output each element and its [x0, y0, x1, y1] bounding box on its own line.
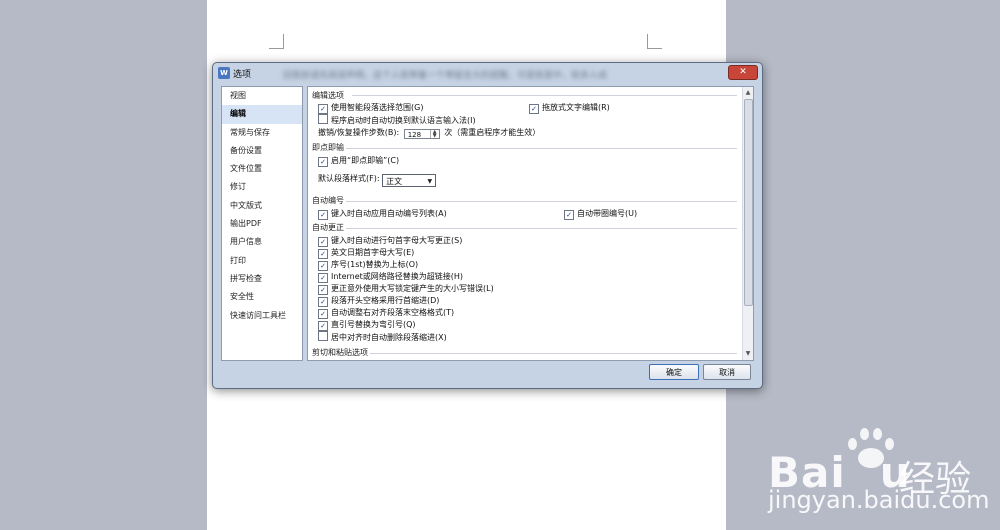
auto-correct-item[interactable]: ✓ 序号(1st)替换为上标(O): [318, 259, 418, 271]
spinner-arrows-icon[interactable]: ▲ ▼: [429, 130, 439, 139]
page-corner-mark-left: [269, 34, 284, 49]
auto-list-checkbox[interactable]: ✓: [318, 210, 328, 220]
drag-edit-option[interactable]: ✓ 拖放式文字编辑(R): [529, 102, 610, 114]
auto-correct-checkbox[interactable]: ✓: [318, 297, 328, 307]
auto-correct-checkbox[interactable]: ✓: [318, 237, 328, 247]
auto-correct-checkbox[interactable]: ✓: [318, 261, 328, 271]
section-divider: [346, 201, 737, 202]
auto-correct-checkbox[interactable]: ✓: [318, 273, 328, 283]
circle-number-checkbox[interactable]: ✓: [564, 210, 574, 220]
smart-select-option[interactable]: ✓ 使用智能段落选择范围(G): [318, 102, 423, 114]
click-type-enable-option[interactable]: ✓ 启用“即点即输”(C): [318, 155, 399, 167]
blurred-caption: 回答前请先阅读声明，这个人就带着一个带留言大的提醒，可是就是中，就多人成: [283, 71, 608, 81]
auto-correct-checkbox[interactable]: [318, 331, 328, 341]
nav-item-revision[interactable]: 修订: [222, 178, 302, 196]
scroll-up-icon[interactable]: ▲: [743, 88, 753, 98]
section-divider: [352, 95, 737, 96]
click-type-checkbox[interactable]: ✓: [318, 157, 328, 167]
scroll-thumb[interactable]: [744, 99, 753, 306]
section-title-edit-options: 编辑选项: [312, 91, 344, 100]
baidu-jingyan-watermark: Bai u 经验 jingyan.baidu.com: [768, 424, 998, 530]
default-style-select[interactable]: 正文 ▼: [382, 174, 437, 187]
dialog-titlebar[interactable]: W 选项 回答前请先阅读声明，这个人就带着一个带留言大的提醒，可是就是中，就多人…: [213, 63, 762, 83]
default-style-row: 默认段落样式(F): 正文 ▼: [318, 173, 437, 187]
section-title-click-type: 即点即输: [312, 143, 344, 152]
nav-item-security[interactable]: 安全性: [222, 288, 302, 306]
drag-edit-checkbox[interactable]: ✓: [529, 104, 539, 114]
nav-item-edit[interactable]: 编辑: [222, 105, 302, 124]
auto-correct-item[interactable]: ✓ 更正意外使用大写锁定键产生的大小写错误(L): [318, 283, 494, 295]
auto-correct-item[interactable]: ✓ 英文日期首字母大写(E): [318, 247, 414, 259]
page-corner-mark-right: [647, 34, 662, 49]
nav-item-spell-check[interactable]: 拼写检查: [222, 270, 302, 288]
nav-item-user-info[interactable]: 用户信息: [222, 233, 302, 251]
nav-item-backup[interactable]: 备份设置: [222, 142, 302, 160]
nav-item-chinese-layout[interactable]: 中文版式: [222, 197, 302, 215]
auto-correct-checkbox[interactable]: ✓: [318, 309, 328, 319]
content-scrollbar[interactable]: ▲ ▼: [742, 87, 753, 360]
nav-item-print[interactable]: 打印: [222, 252, 302, 270]
undo-steps-spinner[interactable]: 128 ▲ ▼: [403, 129, 440, 139]
section-divider: [370, 353, 737, 354]
auto-correct-item[interactable]: 居中对齐时自动删除段落缩进(X): [318, 331, 447, 342]
ok-button[interactable]: 确定: [649, 364, 699, 380]
auto-correct-item[interactable]: ✓ Internet或网络路径替换为超链接(H): [318, 271, 463, 283]
auto-ime-checkbox[interactable]: [318, 114, 328, 124]
undo-steps-option: 撤销/恢复操作步数(B): 128 ▲ ▼ 次（需重启程序才能生效）: [318, 128, 541, 139]
options-content-panel: 编辑选项 ✓ 使用智能段落选择范围(G) ✓ 拖放式文字编辑(R) 程序启动时自动切…: [307, 86, 754, 361]
auto-ime-option[interactable]: 程序启动时自动切换到默认语言输入法(I): [318, 114, 476, 125]
nav-item-general-save[interactable]: 常规与保存: [222, 124, 302, 142]
wps-app-icon: W: [218, 67, 230, 79]
auto-correct-item[interactable]: ✓ 键入时自动进行句首字母大写更正(S): [318, 235, 462, 247]
nav-item-quick-access-toolbar[interactable]: 快速访问工具栏: [222, 307, 302, 325]
auto-correct-checkbox[interactable]: ✓: [318, 285, 328, 295]
options-dialog: W 选项 回答前请先阅读声明，这个人就带着一个带留言大的提醒，可是就是中，就多人…: [212, 62, 763, 389]
section-title-auto-number: 自动编号: [312, 196, 344, 205]
section-divider: [346, 148, 737, 149]
chevron-down-icon: ▼: [427, 178, 433, 185]
section-title-auto-correct: 自动更正: [312, 223, 344, 232]
section-divider: [346, 228, 737, 229]
auto-correct-item[interactable]: ✓ 直引号替换为弯引号(Q): [318, 319, 416, 331]
auto-correct-item[interactable]: ✓ 段落开头空格采用行首缩进(D): [318, 295, 439, 307]
auto-correct-checkbox[interactable]: ✓: [318, 249, 328, 259]
nav-item-file-location[interactable]: 文件位置: [222, 160, 302, 178]
auto-correct-checkbox[interactable]: ✓: [318, 321, 328, 331]
section-title-cut-paste: 剪切和粘贴选项: [312, 348, 368, 357]
circle-number-option[interactable]: ✓ 自动带圈编号(U): [564, 208, 637, 220]
options-nav-list: 视图 编辑 常规与保存 备份设置 文件位置 修订 中文版式 输出PDF 用户信息…: [221, 86, 303, 361]
scroll-down-icon[interactable]: ▼: [743, 349, 753, 359]
smart-select-checkbox[interactable]: ✓: [318, 104, 328, 114]
watermark-url: jingyan.baidu.com: [768, 486, 990, 514]
cancel-button[interactable]: 取消: [703, 364, 751, 380]
nav-item-view[interactable]: 视图: [222, 87, 302, 105]
close-button[interactable]: ✕: [728, 65, 758, 80]
dialog-title: 选项: [233, 70, 252, 80]
nav-item-export-pdf[interactable]: 输出PDF: [222, 215, 302, 233]
auto-list-option[interactable]: ✓ 键入时自动应用自动编号列表(A): [318, 208, 447, 220]
auto-correct-item[interactable]: ✓ 自动调整右对齐段落末空格格式(T): [318, 307, 454, 319]
